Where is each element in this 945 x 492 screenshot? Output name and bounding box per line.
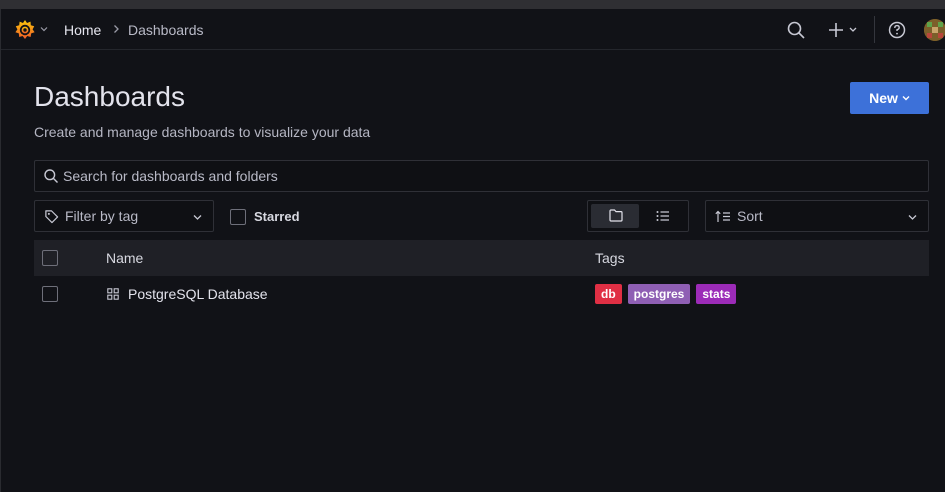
folder-view-button[interactable] (591, 204, 639, 228)
tag-filter-select[interactable]: Filter by tag (34, 200, 214, 232)
starred-label[interactable]: Starred (254, 209, 300, 224)
sort-icon (715, 210, 730, 222)
breadcrumb-current: Dashboards (128, 22, 204, 38)
folder-icon (609, 209, 623, 222)
page-subtitle: Create and manage dashboards to visualiz… (34, 124, 371, 140)
row-checkbox[interactable] (42, 286, 58, 302)
search-input[interactable] (63, 161, 923, 191)
breadcrumb-home[interactable]: Home (64, 22, 101, 38)
search-field[interactable] (34, 160, 929, 192)
new-button[interactable]: New (850, 82, 929, 114)
dashboard-name-link[interactable]: PostgreSQL Database (128, 286, 268, 302)
view-mode-toggle (587, 200, 689, 232)
column-header-tags: Tags (595, 250, 625, 266)
add-new-icon[interactable] (827, 20, 859, 40)
sort-label: Sort (737, 208, 763, 224)
user-avatar[interactable] (924, 19, 945, 41)
column-header-name: Name (106, 250, 144, 266)
starred-checkbox[interactable] (230, 209, 246, 225)
sort-select[interactable]: Sort (705, 200, 929, 232)
new-button-label: New (869, 90, 898, 106)
chevron-down-icon (193, 215, 202, 220)
window-top-strip (0, 0, 945, 9)
search-icon[interactable] (786, 20, 806, 40)
chevron-down-icon (908, 215, 917, 220)
tag-badge-db[interactable]: db (595, 284, 622, 304)
list-icon (656, 211, 669, 221)
tag-badge-stats[interactable]: stats (696, 284, 737, 304)
select-all-checkbox[interactable] (42, 250, 58, 266)
page-title: Dashboards (34, 81, 185, 112)
app-frame: Home Dashboards Dashboards Create and ma… (0, 9, 945, 492)
chevron-down-icon[interactable] (40, 25, 48, 33)
tag-icon (45, 210, 59, 224)
help-icon[interactable] (887, 20, 907, 40)
grafana-logo-icon[interactable] (13, 18, 37, 42)
tag-list: db postgres stats (595, 284, 737, 304)
nav-divider (874, 16, 875, 43)
table-header: Name Tags (34, 240, 929, 276)
list-view-button[interactable] (640, 204, 686, 228)
tag-badge-postgres[interactable]: postgres (627, 284, 691, 304)
table-row[interactable]: PostgreSQL Database db postgres stats (34, 276, 929, 312)
dashboard-icon (107, 288, 119, 300)
chevron-down-icon (902, 96, 910, 101)
search-icon (44, 169, 58, 183)
top-nav-bar: Home Dashboards (1, 9, 945, 50)
chevron-right-icon (114, 25, 119, 33)
tag-filter-placeholder: Filter by tag (65, 208, 139, 224)
